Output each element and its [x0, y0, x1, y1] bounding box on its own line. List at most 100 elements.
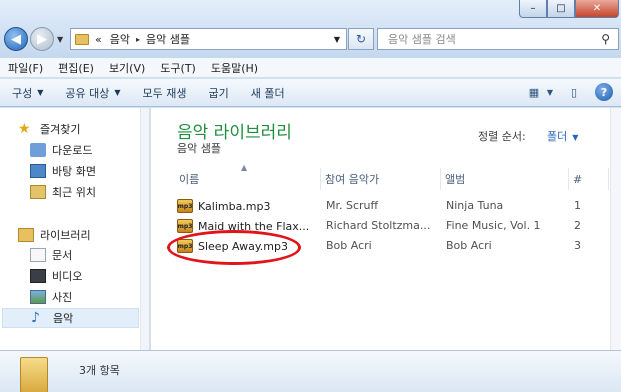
refresh-icon: ↻ [355, 32, 367, 46]
address-dropdown-icon[interactable]: ▼ [334, 35, 340, 44]
library-icon [18, 228, 34, 242]
column-label: 앨범 [445, 173, 466, 186]
nav-item-videos[interactable]: 비디오 [30, 267, 82, 285]
nav-scrollbar[interactable] [140, 108, 149, 350]
burn-button[interactable]: 굽기 [209, 85, 229, 101]
play-all-button[interactable]: 모두 재생 [143, 85, 187, 101]
sort-dropdown[interactable]: 폴더 ▼ [547, 128, 578, 144]
chevron-down-icon: ▼ [37, 88, 44, 97]
file-album: Fine Music, Vol. 1 [446, 219, 541, 232]
recent-places-icon [30, 185, 46, 199]
file-name-cell: mp3 Kalimba.mp3 [177, 199, 309, 213]
file-track: 3 [574, 239, 581, 252]
search-input[interactable]: 음악 샘플 검색 ⚲ [377, 28, 619, 50]
burn-label: 굽기 [208, 86, 229, 100]
preview-pane-icon[interactable]: ▯ [563, 83, 585, 101]
navigation-pane: ★ 즐겨찾기 다운로드 바탕 화면 최근 위치 라이브러리 문서 비디오 사진 … [0, 108, 150, 350]
menu-file[interactable]: 파일(F) [8, 60, 43, 76]
details-pane: 3개 항목 [0, 350, 621, 392]
nav-item-label: 문서 [52, 249, 73, 262]
minimize-button[interactable]: – [519, 0, 547, 18]
nav-item-label: 바탕 화면 [52, 165, 96, 178]
content-pane: 음악 라이브러리 음악 샘플 정렬 순서: 폴더 ▼ ▲ 이름 참여 음악가 앨범… [151, 108, 621, 350]
file-artist: Mr. Scruff [326, 199, 379, 212]
nav-favorites[interactable]: ★ 즐겨찾기 [18, 120, 80, 138]
forward-button[interactable]: ▶ [30, 27, 54, 51]
column-label: 이름 [179, 173, 200, 186]
nav-item-label: 비디오 [52, 270, 83, 283]
downloads-icon [30, 143, 46, 157]
refresh-button[interactable]: ↻ [348, 28, 374, 50]
back-button[interactable]: ◀ [4, 27, 28, 51]
nav-item-label: 음악 [53, 312, 74, 325]
view-options-icon[interactable]: ▦ [523, 83, 545, 101]
back-arrow-icon: ◀ [11, 31, 21, 47]
maximize-button[interactable]: □ [547, 0, 575, 18]
nav-item-recent-places[interactable]: 최근 위치 [30, 183, 96, 201]
new-folder-button[interactable]: 새 폴더 [251, 85, 285, 101]
column-header-track[interactable]: # [569, 168, 609, 190]
nav-item-music[interactable]: ♪ 음악 [2, 308, 139, 328]
file-album: Ninja Tuna [446, 199, 504, 212]
play-all-label: 모두 재생 [142, 86, 187, 100]
folder-icon [20, 357, 48, 392]
nav-item-documents[interactable]: 문서 [30, 246, 72, 264]
content-scrollbar[interactable] [610, 108, 621, 350]
view-options-dropdown-icon[interactable]: ▼ [545, 83, 555, 101]
nav-libraries-label: 라이브러리 [40, 229, 91, 242]
organize-label: 구성 [12, 86, 33, 100]
highlight-ellipse [167, 230, 301, 265]
chevron-down-icon: ▼ [114, 88, 121, 97]
folder-icon [75, 33, 89, 45]
nav-item-downloads[interactable]: 다운로드 [30, 141, 92, 159]
file-album: Bob Acri [446, 239, 492, 252]
chevron-down-icon: ▼ [572, 133, 579, 142]
music-icon: ♪ [31, 310, 40, 326]
breadcrumb-sample-music[interactable]: 음악 샘플 [146, 31, 190, 47]
address-bar[interactable]: « 음악 ▸ 음악 샘플 ▼ [70, 28, 347, 50]
breadcrumb-separator-icon[interactable]: ▸ [136, 35, 140, 44]
column-header-name[interactable]: 이름 [175, 168, 321, 190]
organize-button[interactable]: 구성 ▼ [12, 85, 43, 101]
file-row[interactable]: mp3 Kalimba.mp3 Mr. Scruff Ninja Tuna 1 … [173, 196, 621, 216]
menu-view[interactable]: 보기(V) [109, 60, 145, 76]
view-controls: ▦ ▼ ▯ ? [515, 83, 613, 101]
documents-icon [30, 248, 46, 262]
column-header-artist[interactable]: 참여 음악가 [321, 168, 441, 190]
search-icon[interactable]: ⚲ [601, 32, 610, 46]
breadcrumb-music[interactable]: 음악 [110, 31, 130, 47]
nav-item-desktop[interactable]: 바탕 화면 [30, 162, 96, 180]
pictures-icon [30, 290, 46, 304]
forward-arrow-icon: ▶ [37, 31, 47, 47]
column-label: 참여 음악가 [325, 173, 380, 186]
share-with-label: 공유 대상 [65, 86, 110, 100]
star-icon: ★ [18, 121, 31, 137]
item-count: 3개 항목 [79, 364, 120, 377]
file-track: 2 [574, 219, 581, 232]
command-bar: 구성 ▼ 공유 대상 ▼ 모두 재생 굽기 새 폴더 ▦ ▼ ▯ ? [0, 79, 621, 107]
nav-libraries[interactable]: 라이브러리 [18, 226, 91, 244]
menu-tools[interactable]: 도구(T) [160, 60, 196, 76]
sort-value: 폴더 [547, 130, 568, 143]
window-chrome: – □ ✕ ◀ ▶ ▼ « 음악 ▸ 음악 샘플 ▼ ↻ 음악 샘플 검색 ⚲ [0, 0, 621, 58]
menu-help[interactable]: 도움말(H) [211, 60, 258, 76]
recent-pages-dropdown[interactable]: ▼ [57, 35, 63, 44]
address-overflow[interactable]: « [95, 33, 102, 46]
file-artist: Richard Stoltzma... [326, 219, 431, 232]
menu-edit[interactable]: 편집(E) [58, 60, 94, 76]
library-subtitle[interactable]: 음악 샘플 [177, 140, 221, 156]
mp3-file-icon: mp3 [177, 199, 193, 213]
window-buttons: – □ ✕ [519, 0, 619, 18]
column-header-album[interactable]: 앨범 [441, 168, 569, 190]
nav-favorites-label: 즐겨찾기 [40, 123, 81, 136]
nav-item-pictures[interactable]: 사진 [30, 288, 72, 306]
nav-item-label: 최근 위치 [52, 186, 96, 199]
help-button[interactable]: ? [595, 83, 613, 101]
share-with-button[interactable]: 공유 대상 ▼ [65, 85, 120, 101]
close-button[interactable]: ✕ [575, 0, 619, 18]
column-label: # [573, 172, 583, 186]
sort-label: 정렬 순서: [478, 130, 526, 143]
nav-item-label: 다운로드 [52, 144, 93, 157]
file-artist: Bob Acri [326, 239, 372, 252]
desktop-icon [30, 164, 46, 178]
